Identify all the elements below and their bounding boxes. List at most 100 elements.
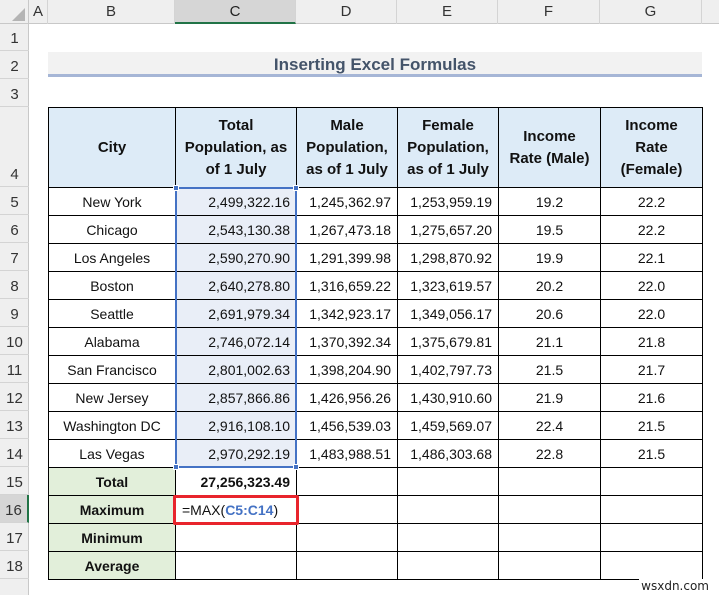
cell-total-population[interactable]: 2,691,979.34 <box>175 299 297 328</box>
row-header-17[interactable]: 17 <box>0 523 29 551</box>
row-header-4[interactable]: 4 <box>0 107 29 187</box>
cell-female-population[interactable]: 1,402,797.73 <box>397 355 499 384</box>
row-header-11[interactable]: 11 <box>0 355 29 383</box>
cell-male-population[interactable]: 1,483,988.51 <box>296 439 398 468</box>
value-total[interactable]: 27,256,323.49 <box>175 467 297 496</box>
row-header-12[interactable]: 12 <box>0 383 29 411</box>
cell-income-rate-male[interactable]: 21.9 <box>498 383 601 412</box>
header-income-rate-female[interactable]: Income Rate (Female) <box>600 107 703 188</box>
cell-income-rate-male[interactable]: 20.2 <box>498 271 601 300</box>
row-header-15[interactable]: 15 <box>0 467 29 495</box>
row-header-8[interactable]: 8 <box>0 271 29 299</box>
cell-female-population[interactable]: 1,298,870.92 <box>397 243 499 272</box>
column-header-e[interactable]: E <box>397 0 498 24</box>
column-header-f[interactable]: F <box>498 0 600 24</box>
cell-female-population[interactable]: 1,486,303.68 <box>397 439 499 468</box>
cell-income-rate-male[interactable]: 22.8 <box>498 439 601 468</box>
empty-cell[interactable] <box>498 551 601 580</box>
empty-cell[interactable] <box>296 495 398 524</box>
cell-city[interactable]: Alabama <box>48 327 176 356</box>
empty-cell[interactable] <box>498 467 601 496</box>
row-header-2[interactable]: 2 <box>0 51 29 79</box>
sheet-title[interactable]: Inserting Excel Formulas <box>48 52 702 77</box>
empty-cell[interactable] <box>498 495 601 524</box>
cell-female-population[interactable]: 1,323,619.57 <box>397 271 499 300</box>
cell-income-rate-female[interactable]: 21.8 <box>600 327 703 356</box>
row-header-6[interactable]: 6 <box>0 215 29 243</box>
empty-cell[interactable] <box>498 523 601 552</box>
cell-total-population[interactable]: 2,543,130.38 <box>175 215 297 244</box>
cell-income-rate-male[interactable]: 20.6 <box>498 299 601 328</box>
row-header-18[interactable]: 18 <box>0 551 29 579</box>
cell-female-population[interactable]: 1,349,056.17 <box>397 299 499 328</box>
cell-city[interactable]: Las Vegas <box>48 439 176 468</box>
cell-income-rate-male[interactable]: 19.2 <box>498 187 601 216</box>
empty-cell[interactable] <box>397 551 499 580</box>
column-header-d[interactable]: D <box>296 0 397 24</box>
cell-income-rate-female[interactable]: 21.7 <box>600 355 703 384</box>
cell-income-rate-female[interactable]: 22.0 <box>600 271 703 300</box>
empty-cell[interactable] <box>600 467 703 496</box>
formula-range-ref[interactable]: C5:C14 <box>225 502 273 518</box>
empty-cell[interactable] <box>397 523 499 552</box>
cell-total-population[interactable]: 2,590,270.90 <box>175 243 297 272</box>
cell-male-population[interactable]: 1,291,399.98 <box>296 243 398 272</box>
empty-cell[interactable] <box>397 495 499 524</box>
value-minimum[interactable] <box>175 523 297 552</box>
cell-total-population[interactable]: 2,499,322.16 <box>175 187 297 216</box>
empty-cell[interactable] <box>397 467 499 496</box>
cell-male-population[interactable]: 1,370,392.34 <box>296 327 398 356</box>
cell-total-population[interactable]: 2,916,108.10 <box>175 411 297 440</box>
row-header-7[interactable]: 7 <box>0 243 29 271</box>
empty-cell[interactable] <box>600 495 703 524</box>
column-header-g[interactable]: G <box>600 0 702 24</box>
cell-income-rate-male[interactable]: 19.9 <box>498 243 601 272</box>
cell-male-population[interactable]: 1,426,956.26 <box>296 383 398 412</box>
cell-city[interactable]: New York <box>48 187 176 216</box>
cell-income-rate-male[interactable]: 21.5 <box>498 355 601 384</box>
cell-female-population[interactable]: 1,275,657.20 <box>397 215 499 244</box>
cell-income-rate-female[interactable]: 21.5 <box>600 411 703 440</box>
row-header-3[interactable]: 3 <box>0 79 29 107</box>
cell-income-rate-female[interactable]: 21.6 <box>600 383 703 412</box>
cell-total-population[interactable]: 2,801,002.63 <box>175 355 297 384</box>
cell-city[interactable]: Los Angeles <box>48 243 176 272</box>
cell-female-population[interactable]: 1,253,959.19 <box>397 187 499 216</box>
empty-cell[interactable] <box>296 523 398 552</box>
cell-city[interactable]: Chicago <box>48 215 176 244</box>
empty-cell[interactable] <box>600 551 703 580</box>
cell-total-population[interactable]: 2,746,072.14 <box>175 327 297 356</box>
row-header-16[interactable]: 16 <box>0 495 29 523</box>
row-header-10[interactable]: 10 <box>0 327 29 355</box>
row-header-1[interactable]: 1 <box>0 24 29 51</box>
cell-income-rate-male[interactable]: 19.5 <box>498 215 601 244</box>
cell-female-population[interactable]: 1,430,910.60 <box>397 383 499 412</box>
cell-city[interactable]: New Jersey <box>48 383 176 412</box>
cell-income-rate-male[interactable]: 21.1 <box>498 327 601 356</box>
cell-city[interactable]: Washington DC <box>48 411 176 440</box>
cell-income-rate-male[interactable]: 22.4 <box>498 411 601 440</box>
empty-cell[interactable] <box>296 467 398 496</box>
header-total-population[interactable]: Total Population, as of 1 July <box>175 107 297 188</box>
value-average[interactable] <box>175 551 297 580</box>
cell-male-population[interactable]: 1,342,923.17 <box>296 299 398 328</box>
row-header-5[interactable]: 5 <box>0 187 29 215</box>
cell-female-population[interactable]: 1,459,569.07 <box>397 411 499 440</box>
empty-cell[interactable] <box>296 551 398 580</box>
cell-income-rate-female[interactable]: 22.0 <box>600 299 703 328</box>
cell-city[interactable]: San Francisco <box>48 355 176 384</box>
column-header-c[interactable]: C <box>175 0 296 24</box>
cell-male-population[interactable]: 1,456,539.03 <box>296 411 398 440</box>
row-header-14[interactable]: 14 <box>0 439 29 467</box>
cell-income-rate-female[interactable]: 22.2 <box>600 215 703 244</box>
cell-city[interactable]: Seattle <box>48 299 176 328</box>
cell-female-population[interactable]: 1,375,679.81 <box>397 327 499 356</box>
select-all-button[interactable] <box>0 0 29 24</box>
cell-total-population[interactable]: 2,970,292.19 <box>175 439 297 468</box>
row-header-13[interactable]: 13 <box>0 411 29 439</box>
column-header-b[interactable]: B <box>48 0 175 24</box>
column-header-a[interactable]: A <box>29 0 48 24</box>
header-male-population[interactable]: Male Population, as of 1 July <box>296 107 398 188</box>
cell-male-population[interactable]: 1,267,473.18 <box>296 215 398 244</box>
header-income-rate-male[interactable]: Income Rate (Male) <box>498 107 601 188</box>
